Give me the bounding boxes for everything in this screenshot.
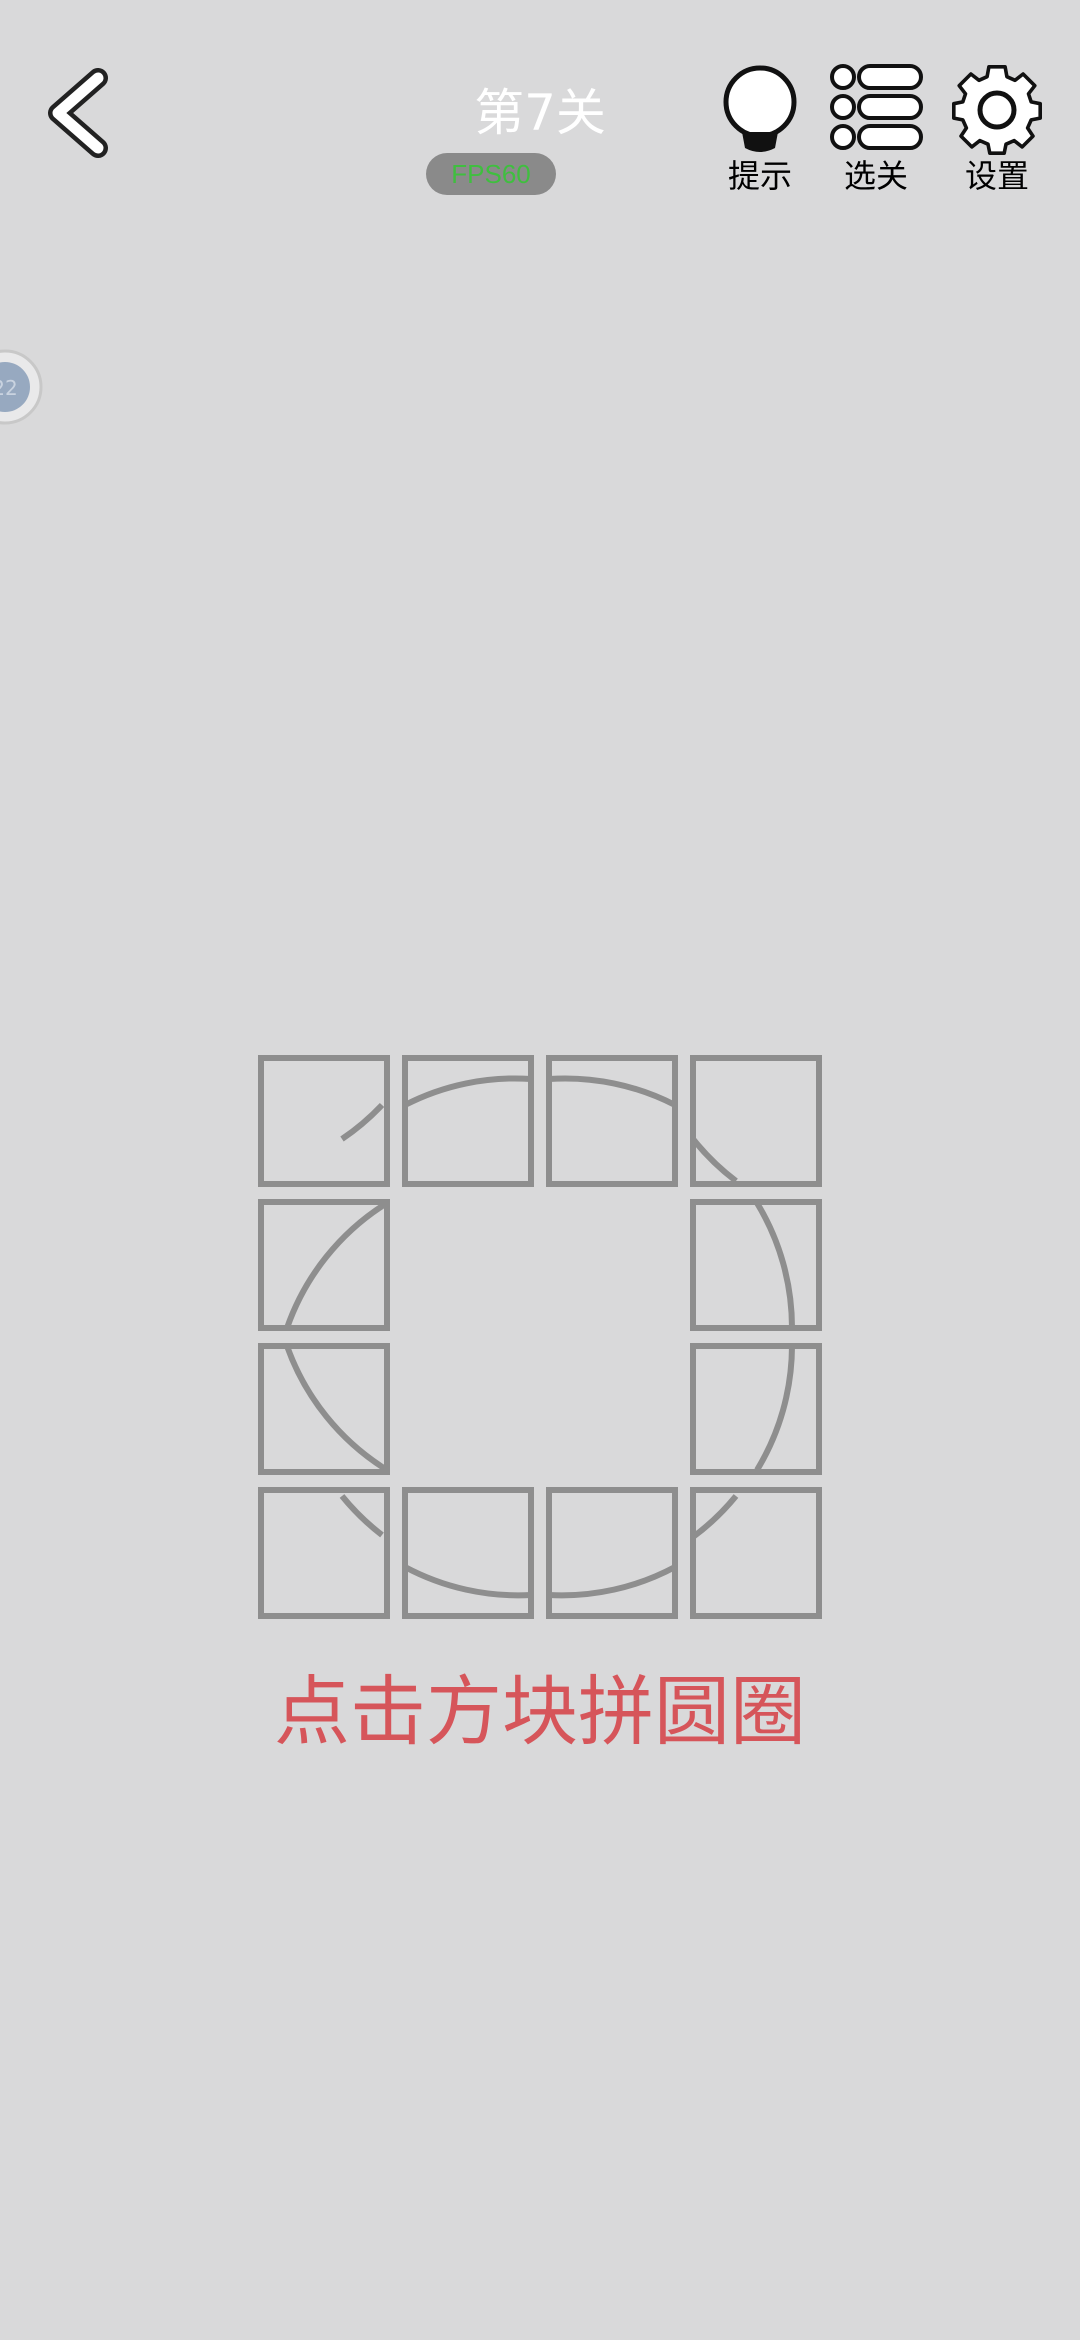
back-arrow-icon [48,68,108,158]
tile-r4-c4[interactable] [690,1487,822,1619]
tile-r1-c4[interactable] [690,1055,822,1187]
level-select-button[interactable]: 选关 [816,62,936,202]
hint-label: 提示 [727,157,792,195]
tile-r3-c4[interactable] [690,1343,822,1475]
tile-r2-c1[interactable] [258,1199,390,1331]
tile-r4-c1[interactable] [258,1487,390,1619]
floating-bubble[interactable]: 22 [0,348,44,426]
instruction-text: 点击方块拼圆圈 [274,1667,806,1756]
settings-button[interactable]: 设置 [937,62,1057,202]
puzzle-board [258,1055,822,1619]
level-title: 第7关 [474,84,606,142]
gear-icon [951,64,1043,156]
tile-r4-c3[interactable] [546,1487,678,1619]
settings-label: 设置 [964,157,1029,195]
lightbulb-icon [723,65,797,152]
tile-r1-c3[interactable] [546,1055,678,1187]
hint-button[interactable]: 提示 [700,62,820,202]
tile-r2-c4[interactable] [690,1199,822,1331]
floating-bubble-icon: 22 [0,349,43,425]
game-screen: 第7关 FPS60 提示 选关 设置 2 点击方块拼圆圈 [0,0,1080,2340]
tile-r3-c1[interactable] [258,1343,390,1475]
back-button[interactable] [40,68,130,158]
tile-r1-c1[interactable] [258,1055,390,1187]
tile-r1-c2[interactable] [402,1055,534,1187]
tile-r4-c2[interactable] [402,1487,534,1619]
list-icon [830,64,923,150]
level-select-label: 选关 [843,157,908,195]
fps-badge: FPS60 [426,153,556,195]
floating-bubble-text: 22 [0,376,18,400]
